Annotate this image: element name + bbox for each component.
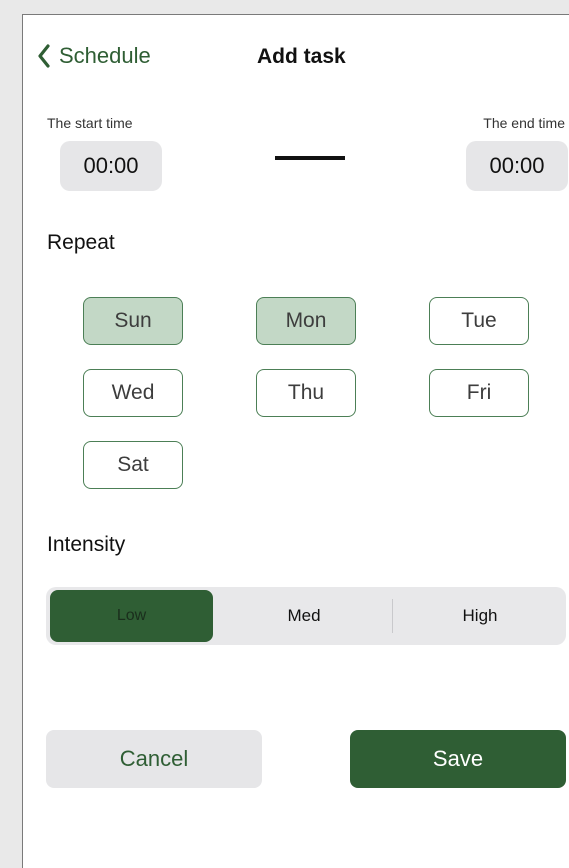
back-button[interactable]: Schedule [37, 43, 151, 69]
day-toggle-sun[interactable]: Sun [83, 297, 183, 345]
day-toggle-mon[interactable]: Mon [256, 297, 356, 345]
intensity-option-low[interactable]: Low [50, 590, 213, 642]
day-toggle-fri[interactable]: Fri [429, 369, 529, 417]
start-time-label: The start time [47, 115, 133, 131]
end-time-picker[interactable]: 00:00 [466, 141, 568, 191]
intensity-label: Intensity [47, 533, 126, 556]
cancel-button[interactable]: Cancel [46, 730, 262, 788]
segment-divider [392, 599, 393, 633]
repeat-label: Repeat [47, 231, 115, 254]
intensity-segmented-control: Low Med High [46, 587, 566, 645]
time-range-dash [275, 156, 345, 160]
start-time-picker[interactable]: 00:00 [60, 141, 162, 191]
day-toggle-thu[interactable]: Thu [256, 369, 356, 417]
day-toggle-wed[interactable]: Wed [83, 369, 183, 417]
intensity-option-high[interactable]: High [394, 590, 566, 642]
back-button-label: Schedule [59, 43, 151, 68]
intensity-option-med[interactable]: Med [216, 590, 392, 642]
end-time-label: The end time [483, 115, 565, 131]
add-task-screen: Schedule Add task The start time The end… [22, 14, 569, 868]
save-button[interactable]: Save [350, 730, 566, 788]
chevron-left-icon [37, 44, 59, 68]
page-title: Add task [257, 45, 346, 68]
day-toggle-sat[interactable]: Sat [83, 441, 183, 489]
day-toggle-tue[interactable]: Tue [429, 297, 529, 345]
